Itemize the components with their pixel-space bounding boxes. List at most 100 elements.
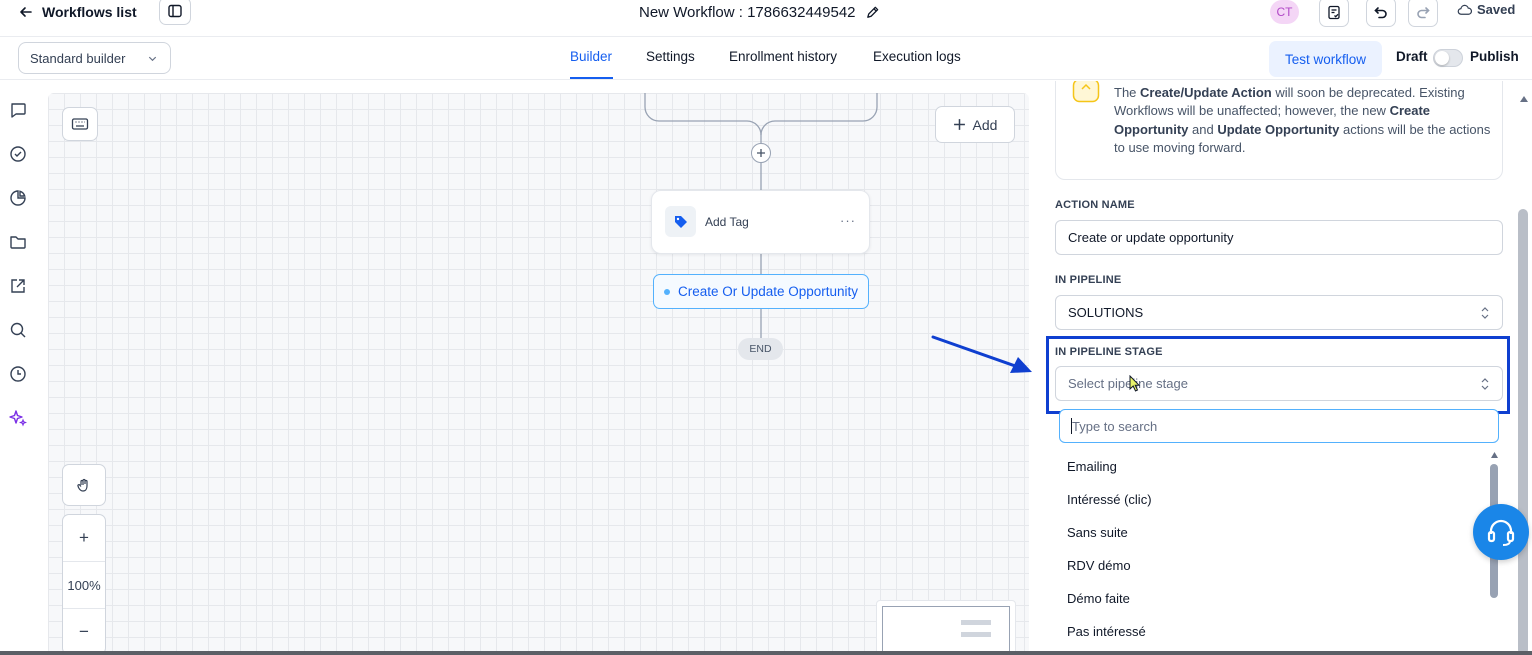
mouse-cursor-icon [1129,375,1141,392]
stage-option[interactable]: RDV démo [1067,558,1131,573]
workflow-title: New Workflow : 1786632449542 [639,2,880,22]
pipeline-stage-select[interactable]: Select pipeline stage [1055,366,1503,401]
node-more-options[interactable]: ··· [840,213,856,228]
notice-text: The Create/Update Action will soon be de… [1114,85,1491,156]
warning-icon [1072,81,1100,104]
tab-enrollment-history[interactable]: Enrollment history [729,49,837,69]
chevron-up-down-icon [1480,306,1490,320]
add-button[interactable]: Add [935,106,1015,143]
publish-toggle[interactable] [1433,49,1463,67]
selected-node-label: Create Or Update Opportunity [677,284,859,299]
hand-icon [76,477,92,493]
external-link-icon[interactable] [8,276,28,296]
scroll-up-arrow-icon[interactable] [1491,452,1498,458]
active-tab-indicator [570,77,613,79]
workflow-title-text: New Workflow : 1786632449542 [639,3,856,21]
tab-builder[interactable]: Builder [570,49,612,69]
back-link-label: Workflows list [42,4,137,20]
annotation-arrow-icon [931,335,1032,373]
top-bar: Workflows list New Workflow : 1786632449… [0,0,1532,37]
headset-icon [1484,515,1518,549]
test-workflow-button[interactable]: Test workflow [1269,41,1382,77]
add-tag-node[interactable]: Add Tag ··· [651,190,870,254]
keyboard-shortcuts-button[interactable] [62,107,98,141]
draft-label: Draft [1396,49,1428,64]
arrow-left-icon [18,4,34,20]
action-settings-panel: The Create/Update Action will soon be de… [1041,81,1532,655]
sidebar-panel-icon [167,3,183,19]
edit-pencil-icon[interactable] [865,5,880,20]
create-or-update-opportunity-node[interactable]: Create Or Update Opportunity [653,274,869,309]
minimap-node [961,620,991,625]
zoom-level: 100% [67,577,101,593]
saved-label: Saved [1477,2,1516,17]
pipeline-label: IN PIPELINE [1055,274,1122,286]
stage-search-input[interactable]: Type to search [1059,409,1499,443]
publish-label: Publish [1470,49,1519,64]
action-name-input[interactable]: Create or update opportunity [1055,220,1503,255]
workflow-canvas[interactable]: Add Add Tag ··· Create Or Update Opportu… [48,93,1029,655]
check-circle-icon[interactable] [8,144,28,164]
tab-settings[interactable]: Settings [646,49,695,69]
stage-option[interactable]: Intéressé (clic) [1067,492,1152,507]
clipboard-check-icon [1326,4,1342,20]
zoom-controls: + 100% − [62,514,106,655]
stage-option[interactable]: Sans suite [1067,525,1128,540]
left-rail [0,81,37,655]
chevron-down-icon [147,53,158,64]
redo-icon [1415,4,1431,20]
saved-status: Saved [1457,2,1515,17]
toggle-sidebar-button[interactable] [159,0,191,25]
canvas-minimap[interactable] [876,600,1016,655]
toggle-knob [1435,51,1449,65]
pan-hand-button[interactable] [62,464,106,506]
add-button-label: Add [972,116,998,133]
chevron-up-down-icon [1480,377,1490,391]
pie-chart-icon[interactable] [8,188,28,208]
pipeline-value: SOLUTIONS [1068,305,1144,320]
add-step-plus-button[interactable] [751,143,771,163]
support-chat-button[interactable] [1473,504,1529,560]
plus-icon [953,118,966,131]
pipeline-select[interactable]: SOLUTIONS [1055,295,1503,330]
action-name-value: Create or update opportunity [1068,230,1234,245]
search-icon[interactable] [8,320,28,340]
end-node: END [738,338,783,360]
comment-icon[interactable] [8,100,28,120]
workflow-history-button[interactable] [1319,0,1349,27]
sub-bar: Standard builder Builder Settings Enroll… [0,37,1532,80]
redo-button[interactable] [1408,0,1438,27]
user-avatar[interactable]: CT [1270,0,1299,24]
pipeline-stage-placeholder: Select pipeline stage [1068,376,1188,391]
add-tag-label: Add Tag [705,215,749,229]
cloud-icon [1457,3,1472,17]
stage-option[interactable]: Démo faite [1067,591,1130,606]
zoom-in-button[interactable]: + [63,515,105,561]
clock-history-icon[interactable] [8,364,28,384]
node-connectors [644,93,878,338]
tag-icon [673,214,689,230]
window-bottom-edge [0,651,1532,655]
panel-scroll-up-icon[interactable] [1520,96,1528,102]
back-to-workflows-link[interactable]: Workflows list [18,2,137,22]
minimap-node [961,632,991,637]
plus-icon [756,148,766,158]
node-icon-wrapper [665,206,696,237]
deprecation-notice: The Create/Update Action will soon be de… [1055,81,1503,180]
zoom-out-button[interactable]: − [63,609,105,655]
undo-icon [1373,4,1389,20]
pipeline-stage-label: IN PIPELINE STAGE [1055,346,1163,358]
tab-execution-logs[interactable]: Execution logs [873,49,961,69]
panel-scrollbar[interactable] [1518,209,1528,655]
action-name-label: ACTION NAME [1055,199,1135,211]
builder-mode-select[interactable]: Standard builder [18,42,171,74]
stage-search-placeholder: Type to search [1072,418,1158,434]
undo-button[interactable] [1366,0,1396,27]
stage-option[interactable]: Pas intéressé [1067,624,1146,639]
sparkles-icon[interactable] [8,408,28,428]
stage-option[interactable]: Emailing [1067,459,1117,474]
minimap-viewport [882,606,1010,655]
keyboard-icon [71,117,89,131]
folder-icon[interactable] [8,232,28,252]
builder-mode-value: Standard builder [30,50,126,66]
